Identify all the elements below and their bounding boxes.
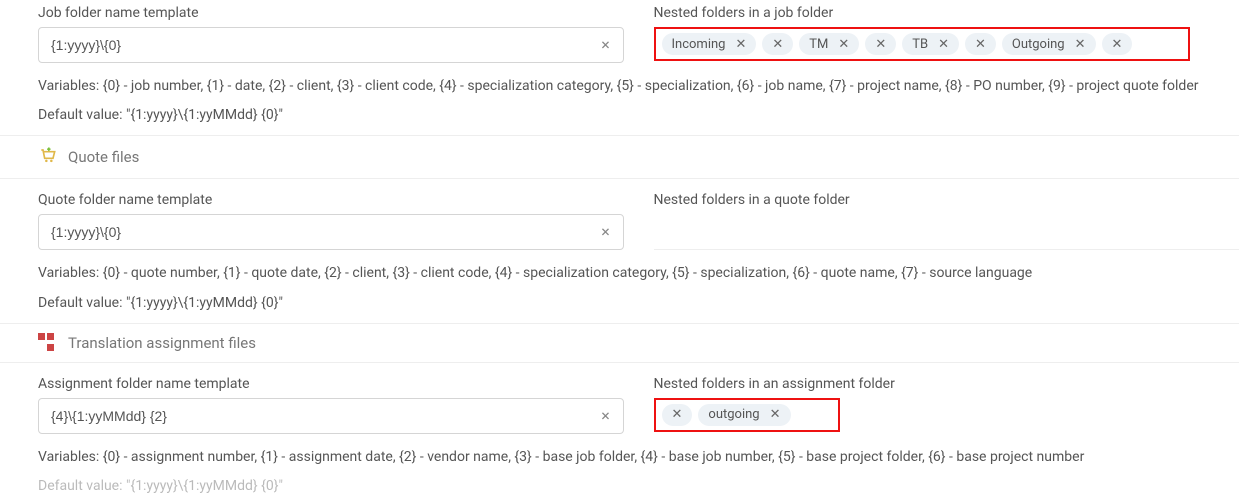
- cart-icon: [38, 145, 58, 169]
- assignment-nested-label: Nested folders in an assignment folder: [654, 376, 1239, 392]
- assignment-folder-input-wrap: ×: [38, 398, 624, 434]
- job-default-value: Default value: "{1:yyyy}\{1:yyMMdd} {0}": [38, 107, 1239, 123]
- section-header-translation: Translation assignment files: [0, 323, 1239, 363]
- close-icon[interactable]: ✕: [735, 38, 746, 51]
- tag-empty-remove[interactable]: ✕: [662, 404, 693, 426]
- tag-empty-remove[interactable]: ✕: [865, 33, 896, 55]
- grid-icon: [38, 333, 58, 353]
- close-icon[interactable]: ✕: [838, 38, 849, 51]
- tag-label: Incoming: [672, 37, 726, 52]
- assignment-nested-highlight: ✕ outgoing ✕: [654, 398, 840, 432]
- tag-empty-remove[interactable]: ✕: [762, 33, 793, 55]
- job-folder-input-wrap: ×: [38, 27, 624, 63]
- job-nested-label: Nested folders in a job folder: [654, 5, 1239, 21]
- quote-variables-hint: Variables: {0} - quote number, {1} - quo…: [38, 262, 1239, 284]
- quote-default-value: Default value: "{1:yyyy}\{1:yyMMdd} {0}": [38, 295, 1239, 311]
- clear-icon[interactable]: ×: [597, 36, 615, 54]
- quote-folder-input-wrap: ×: [38, 214, 624, 250]
- section-title: Translation assignment files: [68, 334, 256, 352]
- tag-empty-remove[interactable]: ✕: [1102, 33, 1133, 55]
- job-nested-tags-highlight: Incoming ✕ ✕ TM ✕ ✕ TB ✕: [654, 27, 1190, 61]
- quote-nested-tags[interactable]: [654, 214, 1239, 250]
- tag-label: Outgoing: [1012, 37, 1065, 52]
- assignment-variables-hint: Variables: {0} - assignment number, {1} …: [38, 446, 1239, 468]
- tag-tb[interactable]: TB ✕: [902, 33, 959, 55]
- tag-label: outgoing: [708, 407, 759, 422]
- tag-outgoing[interactable]: outgoing ✕: [698, 404, 790, 426]
- assignment-folder-label: Assignment folder name template: [38, 376, 624, 392]
- clear-icon[interactable]: ×: [597, 407, 615, 425]
- close-icon[interactable]: ✕: [938, 38, 949, 51]
- quote-folder-label: Quote folder name template: [38, 192, 624, 208]
- tag-empty-remove[interactable]: ✕: [965, 33, 996, 55]
- job-variables-hint: Variables: {0} - job number, {1} - date,…: [38, 75, 1239, 97]
- tag-label: TM: [809, 37, 828, 52]
- assignment-default-value: Default value: "{1:yyyy}\{1:yyMMdd} {0}": [38, 478, 1239, 494]
- tag-incoming[interactable]: Incoming ✕: [662, 33, 757, 55]
- assignment-folder-input[interactable]: [39, 400, 623, 432]
- close-icon[interactable]: ✕: [770, 408, 781, 421]
- section-title: Quote files: [68, 148, 139, 166]
- quote-folder-input[interactable]: [39, 216, 623, 248]
- quote-nested-label: Nested folders in a quote folder: [654, 192, 1239, 208]
- tag-label: TB: [912, 37, 928, 52]
- tag-tm[interactable]: TM ✕: [799, 33, 859, 55]
- assignment-nested-tags: ✕ outgoing ✕: [654, 398, 1239, 432]
- section-header-quote: Quote files: [0, 135, 1239, 179]
- job-folder-input[interactable]: [39, 29, 623, 61]
- clear-icon[interactable]: ×: [597, 223, 615, 241]
- tag-outgoing[interactable]: Outgoing ✕: [1002, 33, 1096, 55]
- job-folder-label: Job folder name template: [38, 5, 624, 21]
- close-icon[interactable]: ✕: [1075, 38, 1086, 51]
